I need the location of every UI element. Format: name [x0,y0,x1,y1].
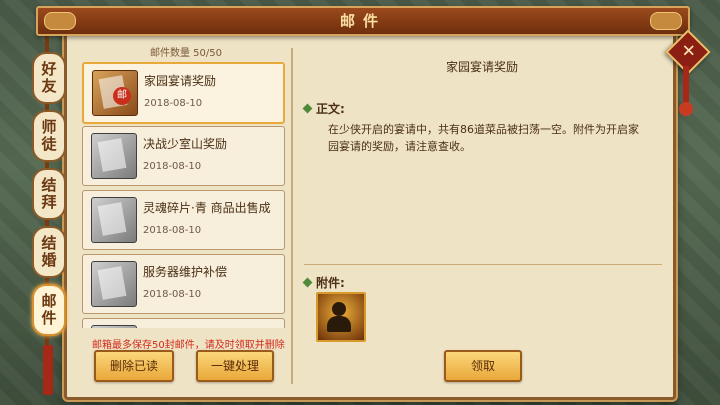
mail-item-title: 决战少室山奖励 [143,137,228,151]
gray-mail-icon [91,133,137,179]
window-title: 邮件 [339,12,386,30]
gold-mail-icon [92,70,138,116]
one-click-button[interactable]: 一键处理 [196,350,274,382]
mailbox-warning: 邮箱最多保存50封邮件，请及时领取并删除 [92,340,285,351]
body-label: 正文: [302,98,345,117]
diamond-icon [302,103,313,114]
tab-mentor[interactable]: 师徒 [32,110,66,162]
tassel-decoration [43,345,53,395]
attachment-divider [304,264,662,265]
close-tassel [679,66,693,116]
mail-item[interactable]: 服务器维护补偿 2018-08-10 [82,254,285,314]
mail-detail-title: 家园宴请奖励 [445,60,518,74]
tab-mail[interactable]: 邮件 [32,284,66,336]
gray-mail-icon [91,325,137,328]
title-ornament-right [650,12,682,30]
mail-count: 邮件数量 50/50 [150,48,222,59]
mail-item[interactable]: 决战少室山奖励 2018-08-10 [82,126,285,186]
delete-read-button[interactable]: 删除已读 [94,350,174,382]
diamond-icon [302,277,313,288]
tab-sworn[interactable]: 结拜 [32,168,66,220]
close-icon: ✕ [681,41,696,62]
mail-item-title: 服务器维护补偿 [143,265,228,279]
mail-item-date: 2018-08-10 [143,289,202,300]
mail-item[interactable]: 家园宴请奖励 2018-08-10 [82,62,285,124]
mail-body: 在少侠开启的宴请中，共有86道菜品被扫荡一空。附件为开启家园宴请的奖励，请注意查… [328,123,639,153]
claim-button[interactable]: 领取 [444,350,522,382]
tab-friends[interactable]: 好友 [32,52,66,104]
tab-marriage[interactable]: 结婚 [32,226,66,278]
attachment-item-icon[interactable] [316,292,366,342]
mail-item-title: 家园宴请奖励 [144,74,217,88]
attachment-label: 附件: [302,272,345,291]
panel-divider [291,48,293,384]
mail-item-date: 2018-08-10 [143,225,202,236]
attachment-label-text: 附件: [316,276,345,290]
gray-mail-icon [91,197,137,243]
mail-item[interactable] [82,318,285,328]
mail-item-date: 2018-08-10 [144,98,203,109]
mail-item-title: 灵魂碎片·青 商品出售成 [143,201,271,215]
gray-mail-icon [91,261,137,307]
title-bar: 邮件 [36,6,690,36]
body-label-text: 正文: [316,102,345,116]
mail-list[interactable]: 家园宴请奖励 2018-08-10 决战少室山奖励 2018-08-10 灵魂碎… [82,60,285,328]
mail-item-date: 2018-08-10 [143,161,202,172]
mail-item[interactable]: 灵魂碎片·青 商品出售成 2018-08-10 [82,190,285,250]
